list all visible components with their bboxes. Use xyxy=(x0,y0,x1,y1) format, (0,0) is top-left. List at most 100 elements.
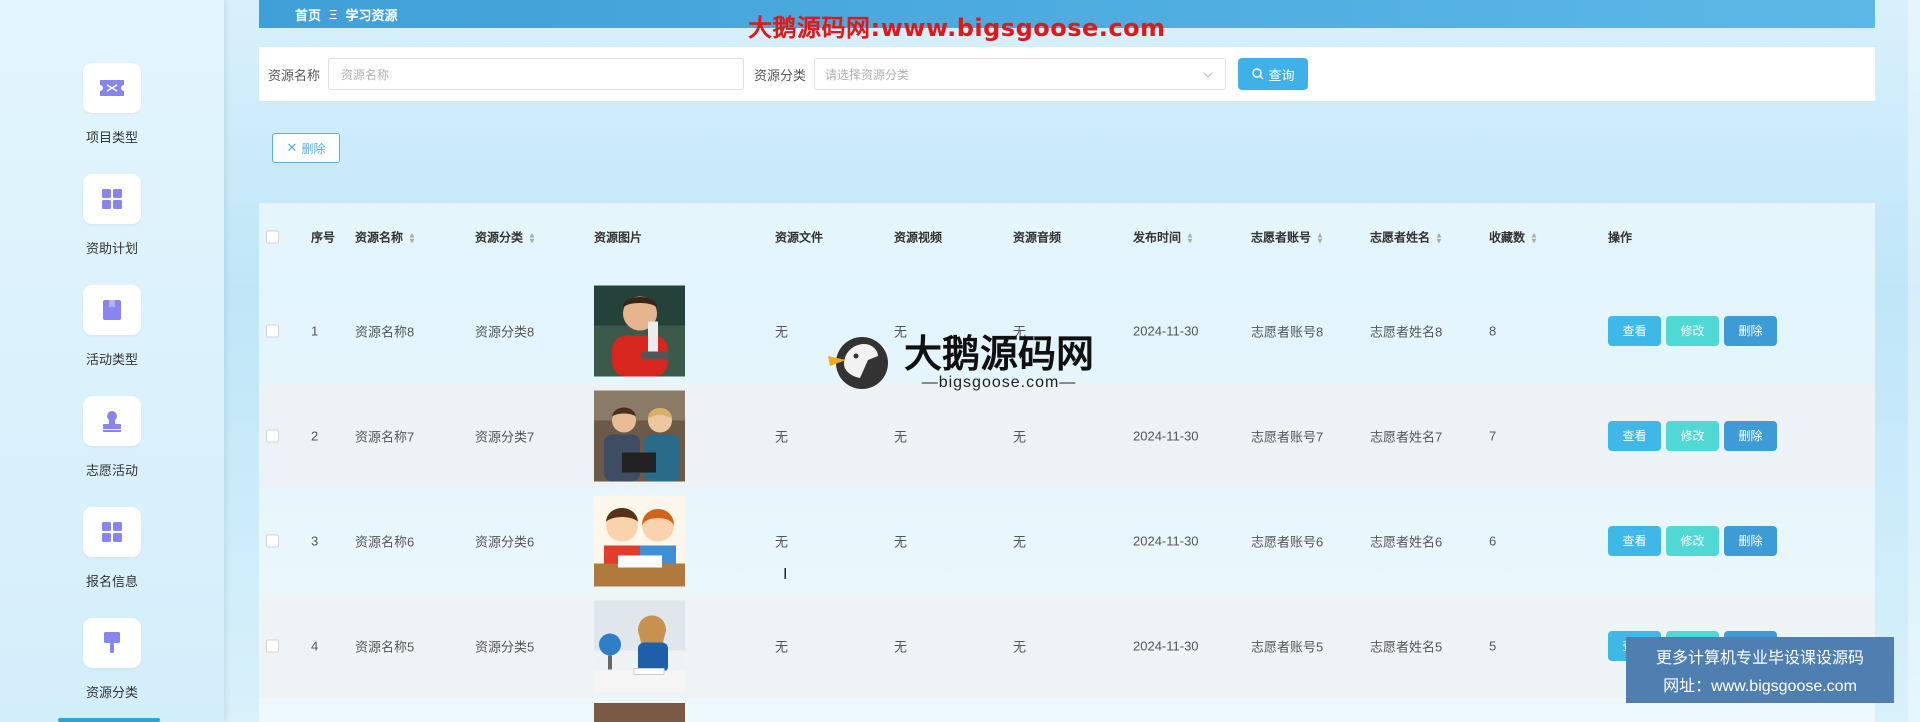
grid-icon xyxy=(83,174,141,224)
ticket-icon xyxy=(83,63,141,113)
row-resource-video: 无 xyxy=(894,534,908,549)
sidebar-item-registration[interactable]: 报名信息 xyxy=(0,507,224,617)
sidebar-item-volunteer-activity[interactable]: 志愿活动 xyxy=(0,396,224,506)
breadcrumb-home[interactable]: 首页 xyxy=(295,5,321,24)
breadcrumb-separator: Ξ xyxy=(329,6,338,22)
view-button[interactable]: 查看 xyxy=(1608,420,1661,451)
row-checkbox[interactable] xyxy=(266,324,279,337)
sidebar-item-resource-category[interactable]: 资源分类 xyxy=(0,618,224,722)
header-operations: 操作 xyxy=(1608,230,1633,245)
view-button[interactable]: 查看 xyxy=(1608,525,1661,556)
row-resource-name: 资源名称8 xyxy=(355,324,415,339)
batch-delete-label: 删除 xyxy=(301,141,326,156)
resource-thumbnail-students-tablet[interactable] xyxy=(594,390,685,481)
query-button-label: 查询 xyxy=(1268,67,1295,83)
header-index: 序号 xyxy=(311,230,336,245)
resource-name-input[interactable]: 资源名称 xyxy=(328,58,745,90)
row-resource-name: 资源名称7 xyxy=(355,429,415,444)
row-resource-category: 资源分类5 xyxy=(475,639,535,654)
view-button[interactable]: 查看 xyxy=(1608,315,1661,346)
row-checkbox[interactable] xyxy=(266,429,279,442)
row-resource-audio: 无 xyxy=(1013,639,1027,654)
brush-icon xyxy=(83,618,141,668)
resource-thumbnail-girl-globe-studying[interactable] xyxy=(594,600,685,691)
close-icon: ✕ xyxy=(286,140,298,155)
watermark-ad-line1: 更多计算机专业毕设课设源码 xyxy=(1655,650,1864,667)
edit-button[interactable]: 修改 xyxy=(1666,315,1719,346)
row-favorites: 7 xyxy=(1489,428,1497,443)
row-index: 1 xyxy=(311,323,319,338)
header-resource-name[interactable]: 资源名称 ▲ ▼ xyxy=(355,229,416,246)
header-resource-category[interactable]: 资源分类 ▲ ▼ xyxy=(475,229,536,246)
row-operations: 查看 修改 删除 xyxy=(1608,420,1777,451)
row-resource-file: 无 xyxy=(775,534,789,549)
sidebar-item-activity-type[interactable]: 活动类型 xyxy=(0,285,224,395)
row-resource-category: 资源分类7 xyxy=(475,429,535,444)
search-icon xyxy=(1251,68,1264,80)
row-resource-name: 资源名称6 xyxy=(355,534,415,549)
resource-category-select[interactable]: 请选择资源分类 xyxy=(814,58,1227,90)
header-publish-time[interactable]: 发布时间 ▲ ▼ xyxy=(1133,229,1194,246)
row-volunteer-name: 志愿者姓名5 xyxy=(1370,639,1443,654)
sort-icon: ▲ ▼ xyxy=(1316,230,1324,246)
sidebar-item-project-type[interactable]: 项目类型 xyxy=(0,63,224,173)
row-volunteer-account: 志愿者账号5 xyxy=(1251,639,1324,654)
row-favorites: 6 xyxy=(1489,533,1497,548)
sidebar-item-label: 活动类型 xyxy=(85,352,138,367)
search-bar: 资源名称 资源名称 资源分类 请选择资源分类 查询 xyxy=(259,47,1875,101)
select-all-checkbox[interactable] xyxy=(266,230,279,244)
sort-icon: ▲ ▼ xyxy=(1435,230,1443,246)
row-resource-file: 无 xyxy=(775,324,789,339)
row-volunteer-name: 志愿者姓名8 xyxy=(1370,324,1443,339)
row-favorites: 5 xyxy=(1489,638,1497,653)
sidebar-item-label: 项目类型 xyxy=(85,130,138,145)
row-index: 2 xyxy=(311,428,319,443)
batch-delete-button[interactable]: ✕ 删除 xyxy=(272,133,340,163)
row-publish-time: 2024-11-30 xyxy=(1133,533,1199,548)
table-row: 2 资源名称7 资源分类7 无 无 无 2024-11-30 志愿者账号7 志愿… xyxy=(259,383,1875,488)
row-publish-time: 2024-11-30 xyxy=(1133,323,1199,338)
chevron-down-icon xyxy=(1203,67,1213,81)
edit-button[interactable]: 修改 xyxy=(1666,525,1719,556)
resource-name-placeholder: 资源名称 xyxy=(341,67,390,82)
sidebar-item-label: 报名信息 xyxy=(85,574,138,589)
watermark-ad-box: 更多计算机专业毕设课设源码 网址：www.bigsgoose.com xyxy=(1626,637,1894,703)
header-resource-video: 资源视频 xyxy=(894,230,943,245)
query-button[interactable]: 查询 xyxy=(1238,58,1309,90)
table-row: 3 资源名称6 资源分类6 无 无 无 2024-11-30 志愿者账号6 志愿… xyxy=(259,488,1875,593)
row-publish-time: 2024-11-30 xyxy=(1133,638,1199,653)
row-resource-audio: 无 xyxy=(1013,534,1027,549)
resource-thumbnail-partial xyxy=(594,703,685,722)
watermark-ad-line2: 网址：www.bigsgoose.com xyxy=(1663,678,1857,695)
watermark-center-logo: 大鹅源码网 —bigsgoose.com— xyxy=(826,330,1096,395)
resource-thumbnail-boy-microscope[interactable] xyxy=(594,285,685,376)
delete-button[interactable]: 删除 xyxy=(1724,525,1777,556)
edit-button[interactable]: 修改 xyxy=(1666,420,1719,451)
bookmark-icon xyxy=(83,285,141,335)
row-resource-file: 无 xyxy=(775,639,789,654)
row-checkbox[interactable] xyxy=(266,639,279,652)
text-cursor-icon: I xyxy=(783,566,788,583)
delete-button[interactable]: 删除 xyxy=(1724,315,1777,346)
grid-icon xyxy=(83,507,141,557)
sort-icon: ▲ ▼ xyxy=(528,230,536,246)
delete-button[interactable]: 删除 xyxy=(1724,420,1777,451)
header-favorites[interactable]: 收藏数 ▲ ▼ xyxy=(1489,229,1538,246)
sidebar-item-funding-plan[interactable]: 资助计划 xyxy=(0,174,224,284)
row-volunteer-account: 志愿者账号6 xyxy=(1251,534,1324,549)
row-resource-category: 资源分类8 xyxy=(475,324,535,339)
sidebar-item-label: 资源分类 xyxy=(85,685,138,700)
header-volunteer-name[interactable]: 志愿者姓名 ▲ ▼ xyxy=(1370,229,1443,246)
resource-category-placeholder: 请选择资源分类 xyxy=(825,67,910,82)
resource-category-label: 资源分类 xyxy=(754,67,807,83)
header-volunteer-account[interactable]: 志愿者账号 ▲ ▼ xyxy=(1251,229,1324,246)
table-header: 序号 资源名称 ▲ ▼ 资源分类 ▲ ▼ 资源图片 资源文件 资源视频 资源音频 发布时… xyxy=(259,203,1875,271)
resource-thumbnail-cartoon-kids-reading[interactable] xyxy=(594,495,685,586)
row-publish-time: 2024-11-30 xyxy=(1133,428,1199,443)
row-resource-file: 无 xyxy=(775,429,789,444)
page-scrollbar[interactable] xyxy=(1908,0,1920,722)
row-resource-name: 资源名称5 xyxy=(355,639,415,654)
row-operations: 查看 修改 删除 xyxy=(1608,315,1777,346)
watermark-top-text: 大鹅源码网:www.bigsgoose.com xyxy=(748,14,1166,42)
row-checkbox[interactable] xyxy=(266,534,279,547)
